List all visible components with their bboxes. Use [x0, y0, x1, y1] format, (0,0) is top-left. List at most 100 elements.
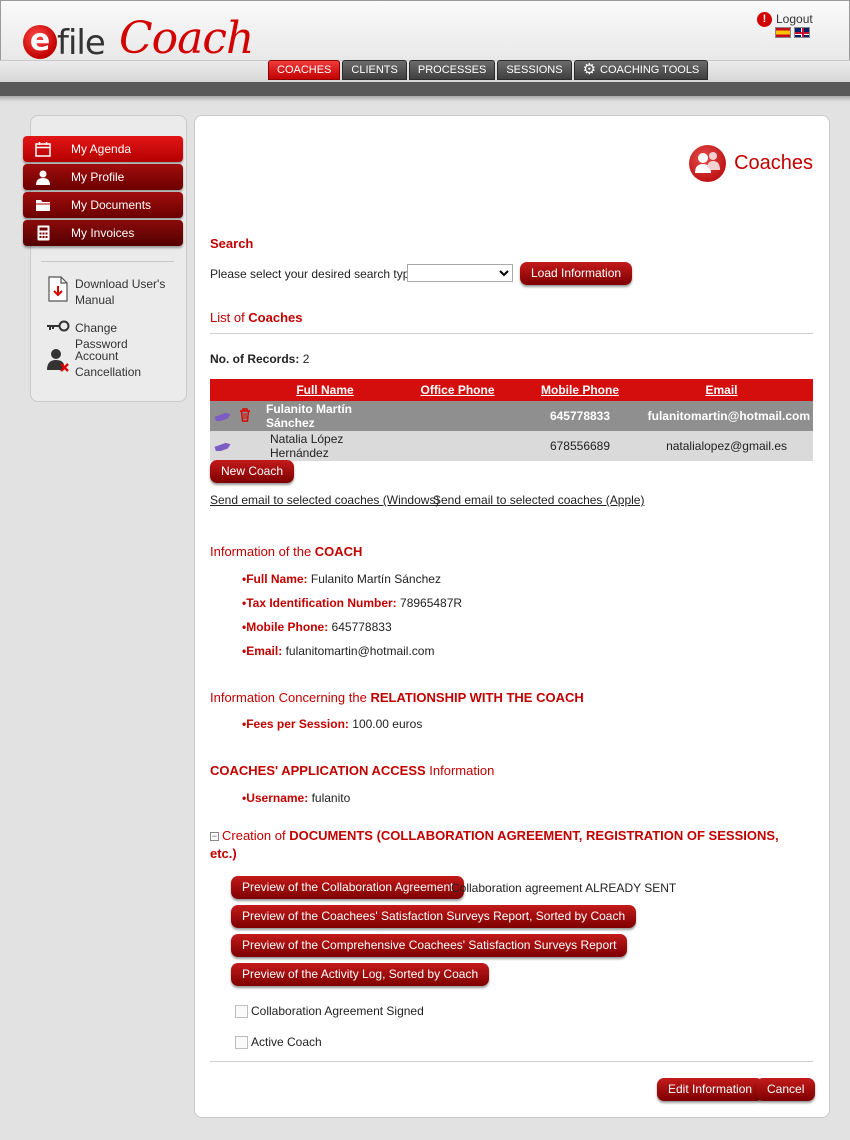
tab-coaches[interactable]: COACHES: [268, 60, 341, 80]
cell-mobile-phone: 678556689: [530, 431, 630, 461]
header-stripe: [0, 82, 850, 96]
relationship-title-prefix: Information Concerning the: [210, 690, 371, 705]
list-item: Fees per Session: 100.00 euros: [242, 712, 422, 736]
uk-flag-icon[interactable]: [794, 27, 810, 38]
user-remove-icon: [43, 348, 73, 372]
page-title: Coaches: [734, 152, 813, 174]
sidebar-item-my-invoices[interactable]: My Invoices: [23, 220, 183, 246]
tab-sessions[interactable]: SESSIONS: [497, 60, 572, 80]
folder-icon: [23, 198, 63, 212]
tab-coaching-tools-label: COACHING TOOLS: [600, 64, 700, 76]
field-label: Tax Identification Number:: [242, 596, 397, 610]
active-coach-checkbox[interactable]: Active Coach: [235, 1035, 322, 1049]
tab-clients[interactable]: CLIENTS: [342, 60, 407, 80]
coaches-table: Full Name Office Phone Mobile Phone Emai…: [210, 379, 813, 461]
list-title-prefix: List of: [210, 310, 249, 325]
preview-comprehensive-satisfaction-report-button[interactable]: Preview of the Comprehensive Coachees' S…: [231, 934, 628, 957]
delete-trash-icon[interactable]: [239, 407, 251, 425]
download-manual-label: Download User's Manual: [75, 277, 166, 307]
field-value: 78965487R: [400, 596, 463, 610]
column-header-full-name[interactable]: Full Name: [265, 379, 385, 401]
page-header: Coaches: [689, 145, 813, 182]
checkbox-box[interactable]: [235, 1004, 248, 1018]
cell-office-phone: [385, 431, 530, 461]
cancel-button[interactable]: Cancel: [756, 1078, 816, 1101]
edit-pencil-icon[interactable]: [214, 439, 232, 454]
collapse-toggle-icon[interactable]: −: [210, 832, 219, 841]
search-type-select[interactable]: [407, 264, 513, 282]
cell-full-name: Fulanito Martín Sánchez: [265, 401, 385, 431]
checkbox-box[interactable]: [235, 1035, 248, 1049]
preview-activity-log-button[interactable]: Preview of the Activity Log, Sorted by C…: [231, 963, 490, 986]
key-icon: [43, 320, 73, 332]
tab-processes[interactable]: PROCESSES: [408, 60, 496, 80]
preview-collaboration-agreement-button[interactable]: Preview of the Collaboration Agreement: [231, 876, 465, 899]
column-header-mobile-phone[interactable]: Mobile Phone: [530, 379, 630, 401]
table-row[interactable]: Fulanito Martín Sánchez 645778833 fulani…: [210, 401, 813, 431]
account-cancellation-label: Account Cancellation: [75, 349, 142, 379]
logo-coach-text: Coach: [119, 13, 254, 64]
alert-icon: !: [757, 12, 772, 27]
field-value: fulanito: [311, 791, 351, 805]
field-value: 100.00 euros: [352, 717, 423, 731]
row-actions: [210, 401, 265, 431]
calculator-icon: [23, 225, 63, 241]
field-label: Full Name:: [242, 572, 308, 586]
load-information-button[interactable]: Load Information: [520, 262, 633, 285]
edit-information-button[interactable]: Edit Information: [657, 1078, 764, 1101]
coaches-group-icon: [689, 145, 727, 182]
gear-icon: ⚙: [582, 61, 597, 78]
access-title-bold: COACHES' APPLICATION ACCESS: [210, 763, 426, 778]
cell-office-phone: [385, 401, 530, 431]
column-header-actions: [210, 379, 265, 401]
download-manual-link[interactable]: Download User's Manual: [43, 276, 173, 308]
header-shadow: [0, 96, 850, 102]
field-label: Fees per Session:: [242, 717, 349, 731]
collaboration-sent-note: Collaboration agreement ALREADY SENT: [451, 881, 677, 895]
table-row[interactable]: Natalia López Hernández 678556689 natali…: [210, 431, 813, 461]
new-coach-button[interactable]: New Coach: [210, 460, 295, 483]
coach-info-title: Information of the COACH: [210, 544, 362, 559]
sidebar-item-my-documents[interactable]: My Documents: [23, 192, 183, 218]
preview-satisfaction-report-by-coach-button[interactable]: Preview of the Coachees' Satisfaction Su…: [231, 905, 637, 928]
spanish-flag-icon[interactable]: [775, 27, 791, 38]
pdf-download-icon: [43, 276, 73, 302]
search-title-text: Search: [210, 236, 254, 251]
coach-info-title-bold: COACH: [314, 544, 363, 559]
person-icon: [23, 170, 63, 185]
collaboration-signed-checkbox[interactable]: Collaboration Agreement Signed: [235, 1004, 424, 1018]
edit-pencil-icon[interactable]: [214, 409, 232, 424]
field-value: 645778833: [331, 620, 392, 634]
cell-mobile-phone: 645778833: [530, 401, 630, 431]
access-list: Username: fulanito: [242, 786, 350, 810]
send-email-apple-link[interactable]: Send email to selected coaches (Apple): [433, 493, 644, 507]
cell-email: natalialopez@gmail.es: [630, 431, 813, 461]
account-cancellation-link[interactable]: Account Cancellation: [43, 348, 173, 380]
sidebar: My Agenda My Profile My Documents My Inv…: [23, 115, 187, 402]
list-section-title: List of Coaches: [210, 310, 303, 325]
calendar-icon: [23, 141, 63, 157]
sidebar-item-my-profile[interactable]: My Profile: [23, 164, 183, 190]
list-divider: [210, 333, 813, 334]
documents-title: − Creation of DOCUMENTS (COLLABORATION AG…: [210, 827, 790, 863]
send-email-windows-link[interactable]: Send email to selected coaches (Windows): [210, 493, 439, 507]
field-value: Fulanito Martín Sánchez: [310, 572, 441, 586]
relationship-title: Information Concerning the RELATIONSHIP …: [210, 690, 584, 705]
cell-email: fulanitomartin@hotmail.com: [630, 401, 813, 431]
records-value: 2: [302, 352, 310, 366]
column-header-office-phone[interactable]: Office Phone: [385, 379, 530, 401]
table-header-row: Full Name Office Phone Mobile Phone Emai…: [210, 379, 813, 401]
sidebar-item-label: My Documents: [71, 198, 152, 212]
search-section-title: Search: [210, 236, 253, 251]
tab-clients-label: CLIENTS: [351, 64, 398, 76]
column-header-email[interactable]: Email: [630, 379, 813, 401]
logout-link[interactable]: Logout: [776, 12, 813, 26]
sidebar-item-label: My Agenda: [71, 142, 132, 156]
tab-coaching-tools[interactable]: ⚙ COACHING TOOLS: [573, 60, 709, 80]
list-item: Tax Identification Number: 78965487R: [242, 591, 462, 615]
row-actions: [210, 431, 265, 461]
records-count: No. of Records: 2: [210, 352, 309, 366]
main-nav: COACHES CLIENTS PROCESSES SESSIONS ⚙ COA…: [268, 60, 709, 80]
sidebar-item-my-agenda[interactable]: My Agenda: [23, 136, 183, 162]
list-item: Mobile Phone: 645778833: [242, 615, 462, 639]
